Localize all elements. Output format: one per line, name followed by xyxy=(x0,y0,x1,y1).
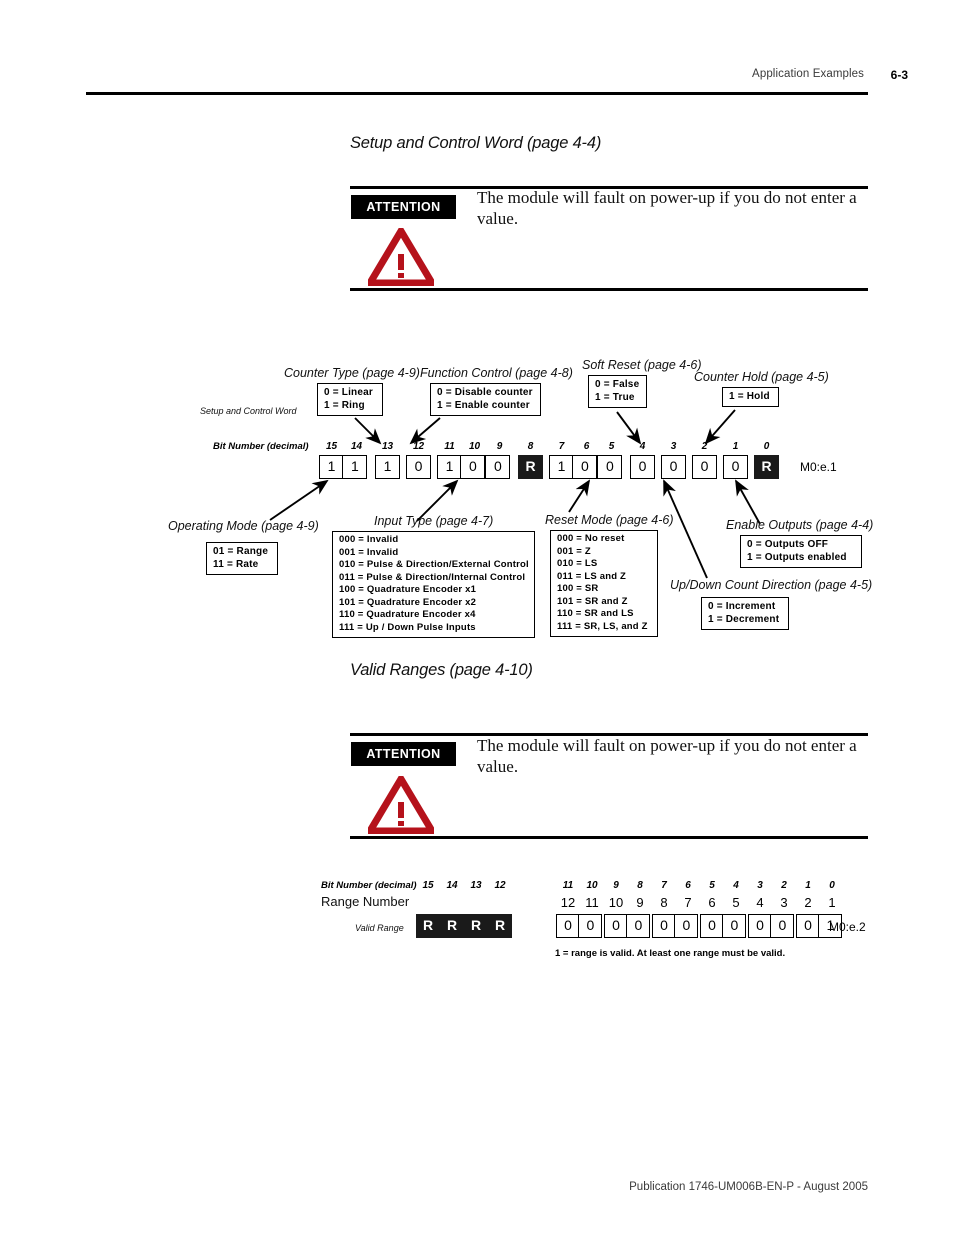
range-number: 4 xyxy=(756,895,764,910)
bit-cell: 0 xyxy=(556,914,580,938)
bit-number: 10 xyxy=(586,880,598,891)
range-number: 6 xyxy=(708,895,716,910)
bit-cell: 0 xyxy=(796,914,820,938)
bit-cell: 0 xyxy=(722,914,747,938)
bit-number: 1 xyxy=(805,880,811,891)
range-number: 10 xyxy=(608,895,624,910)
bit-cell-reserved: R xyxy=(416,914,440,938)
bit-cell: 0 xyxy=(770,914,795,938)
bit-cell: 0 xyxy=(674,914,699,938)
range-number: 5 xyxy=(732,895,740,910)
range-number: 7 xyxy=(684,895,692,910)
bit-number: 2 xyxy=(781,880,787,891)
bit-number: 15 xyxy=(422,880,434,891)
valid-range-label: Valid Range xyxy=(355,923,404,933)
bit-cell: 0 xyxy=(700,914,724,938)
word-reference-valid-ranges: M0:e.2 xyxy=(829,920,866,934)
bit-number: 14 xyxy=(446,880,458,891)
bit-number: 9 xyxy=(613,880,619,891)
bit-cell-reserved: R xyxy=(464,914,488,938)
footer-publication: Publication 1746-UM006B-EN-P - August 20… xyxy=(629,1181,868,1193)
range-number-label: Range Number xyxy=(321,894,410,909)
bit-number: 8 xyxy=(637,880,643,891)
bit-cell: 0 xyxy=(578,914,603,938)
range-number: 1 xyxy=(828,895,836,910)
range-number: 12 xyxy=(560,895,576,910)
bit-number: 13 xyxy=(470,880,482,891)
bit-number: 11 xyxy=(562,880,574,891)
range-number: 8 xyxy=(660,895,668,910)
bit-number: 5 xyxy=(709,880,715,891)
bit-cell-reserved: R xyxy=(488,914,512,938)
range-number: 11 xyxy=(585,895,599,910)
bit-cell: 0 xyxy=(626,914,651,938)
valid-ranges-diagram: Bit Number (decimal) Range Number Valid … xyxy=(0,0,954,1000)
bit-number: 0 xyxy=(829,880,835,891)
bit-number: 4 xyxy=(733,880,739,891)
bit-number: 12 xyxy=(494,880,506,891)
bit-cell: 0 xyxy=(652,914,676,938)
valid-ranges-note: 1 = range is valid. At least one range m… xyxy=(555,948,786,959)
bit-number: 6 xyxy=(685,880,691,891)
bit-cell-reserved: R xyxy=(440,914,464,938)
range-number: 3 xyxy=(780,895,788,910)
bit-cell: 0 xyxy=(604,914,628,938)
bit-cell: 0 xyxy=(748,914,772,938)
bit-number-label-valid-ranges: Bit Number (decimal) xyxy=(321,880,417,891)
bit-number: 7 xyxy=(661,880,667,891)
bit-number: 3 xyxy=(757,880,763,891)
range-number: 9 xyxy=(636,895,644,910)
range-number: 2 xyxy=(804,895,812,910)
